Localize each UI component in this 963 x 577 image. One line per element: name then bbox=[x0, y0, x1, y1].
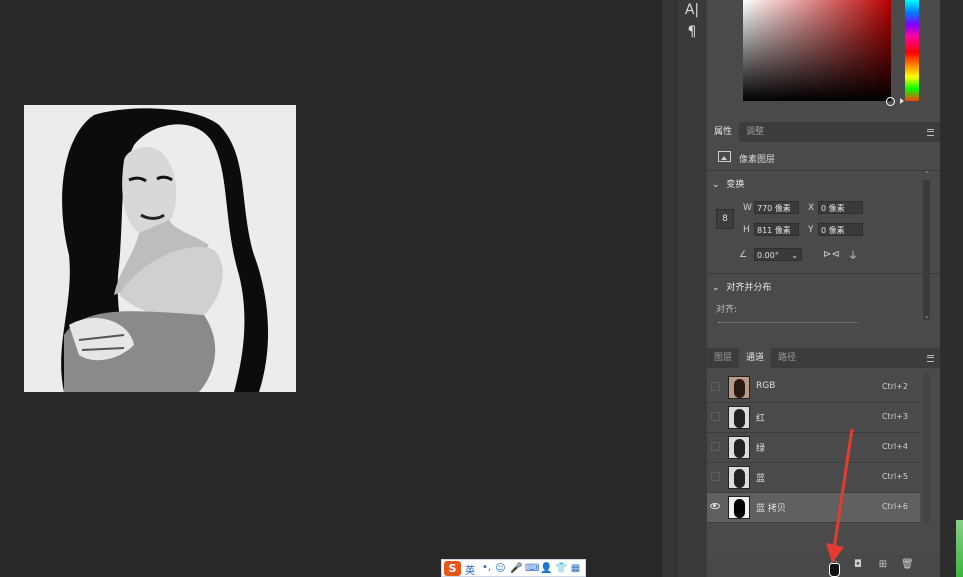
separator bbox=[707, 170, 940, 171]
right-edge bbox=[940, 0, 963, 577]
align-label: 对齐: bbox=[716, 305, 738, 315]
tab-adjustments[interactable]: 调整 bbox=[739, 122, 771, 142]
keyboard-icon[interactable]: ⌨ bbox=[525, 563, 539, 574]
tab-properties[interactable]: 属性 bbox=[707, 122, 740, 142]
align-heading[interactable]: ⌄ 对齐并分布 bbox=[712, 280, 771, 293]
sogou-logo[interactable]: S bbox=[444, 561, 461, 576]
transform-heading-label: 变换 bbox=[726, 180, 745, 190]
user-icon[interactable]: 👤 bbox=[540, 563, 552, 574]
link-dimensions-icon[interactable]: 8 bbox=[716, 209, 734, 229]
flip-vertical-icon[interactable]: ⏚ bbox=[848, 247, 858, 262]
color-saturation-field[interactable] bbox=[743, 0, 891, 101]
layer-type-label: 像素图层 bbox=[739, 155, 776, 165]
transform-heading[interactable]: ⌄ 变换 bbox=[712, 177, 744, 190]
channel-name: 红 bbox=[756, 414, 766, 424]
angle-field[interactable]: 0.00° ⌄ bbox=[754, 248, 802, 261]
channel-name: 蓝 bbox=[756, 474, 766, 484]
pixel-layer-icon bbox=[718, 151, 731, 162]
width-label: W bbox=[743, 203, 752, 213]
paragraph-panel-icon[interactable]: ¶ bbox=[677, 24, 707, 40]
ime-toolbar[interactable]: S 英 •, ☺ 🎤 ⌨ 👤 👕 ▦ bbox=[441, 559, 586, 577]
channel-shortcut: Ctrl+3 bbox=[881, 412, 908, 421]
properties-scrollbar[interactable] bbox=[923, 180, 930, 320]
hue-slider[interactable] bbox=[905, 0, 919, 101]
skin-icon[interactable]: 👕 bbox=[555, 563, 567, 574]
height-label: H bbox=[743, 225, 750, 235]
channel-name: 蓝 拷贝 bbox=[756, 504, 786, 514]
channel-name: RGB bbox=[756, 381, 776, 391]
properties-tabbar: 属性 调整 bbox=[707, 122, 940, 142]
height-field[interactable]: 811 像素 bbox=[754, 223, 799, 236]
channel-shortcut: Ctrl+2 bbox=[881, 382, 908, 391]
trash-icon[interactable]: 🗑 bbox=[901, 560, 914, 570]
channel-thumbnail bbox=[728, 496, 750, 519]
tab-paths[interactable]: 路径 bbox=[771, 348, 803, 368]
channel-thumbnail bbox=[728, 376, 750, 399]
annotation-arrow bbox=[826, 428, 854, 563]
document-canvas[interactable] bbox=[0, 0, 662, 577]
hue-marker-icon[interactable] bbox=[900, 98, 904, 104]
portrait-photo bbox=[24, 105, 296, 392]
channel-thumbnail bbox=[728, 406, 750, 429]
ime-punctuation[interactable]: •, bbox=[482, 562, 491, 573]
chevron-down-icon: ⌄ bbox=[712, 180, 720, 190]
panel-divider bbox=[662, 0, 676, 577]
x-label: X bbox=[808, 203, 815, 213]
level-meter bbox=[956, 520, 963, 577]
channel-thumbnail bbox=[728, 436, 750, 459]
channel-row-green[interactable]: 绿 Ctrl+4 bbox=[707, 433, 920, 463]
channel-row-rgb[interactable]: RGB Ctrl+2 bbox=[707, 373, 920, 403]
separator bbox=[707, 273, 940, 274]
emoji-icon[interactable]: ☺ bbox=[495, 563, 506, 574]
properties-menu-icon[interactable] bbox=[927, 129, 934, 136]
microphone-icon[interactable]: 🎤 bbox=[510, 563, 522, 574]
visibility-toggle[interactable] bbox=[711, 382, 720, 391]
eye-icon[interactable] bbox=[710, 503, 720, 509]
visibility-toggle[interactable] bbox=[711, 442, 720, 451]
channels-menu-icon[interactable] bbox=[927, 355, 934, 362]
channel-thumbnail bbox=[728, 466, 750, 489]
angle-value: 0.00° bbox=[757, 251, 779, 260]
align-icons-row[interactable] bbox=[718, 322, 858, 327]
angle-dropdown-icon[interactable]: ⌄ bbox=[791, 249, 798, 262]
collapsed-tools-strip: A| ¶ bbox=[676, 0, 707, 577]
ime-language-mode[interactable]: 英 bbox=[465, 562, 475, 577]
channel-row-blue-copy[interactable]: 蓝 拷贝 Ctrl+6 bbox=[707, 493, 920, 523]
angle-icon: ∠ bbox=[739, 250, 748, 260]
y-label: Y bbox=[808, 225, 814, 235]
y-field[interactable]: 0 像素 bbox=[818, 223, 863, 236]
channels-tabbar: 图层 通道 路径 bbox=[707, 348, 940, 368]
channel-name: 绿 bbox=[756, 444, 766, 454]
align-heading-label: 对齐并分布 bbox=[726, 283, 772, 293]
channel-shortcut: Ctrl+6 bbox=[881, 502, 908, 511]
document-image[interactable] bbox=[24, 105, 296, 392]
tab-layers[interactable]: 图层 bbox=[707, 348, 739, 368]
toolbox-icon[interactable]: ▦ bbox=[570, 563, 581, 574]
width-field[interactable]: 770 像素 bbox=[754, 201, 799, 214]
channel-shortcut: Ctrl+5 bbox=[881, 472, 908, 481]
visibility-toggle[interactable] bbox=[711, 412, 720, 421]
x-field[interactable]: 0 像素 bbox=[818, 201, 863, 214]
character-panel-icon[interactable]: A| bbox=[677, 2, 707, 18]
scroll-up-icon[interactable]: ⌃ bbox=[924, 170, 930, 178]
tab-channels[interactable]: 通道 bbox=[739, 348, 772, 368]
channel-row-blue[interactable]: 蓝 Ctrl+5 bbox=[707, 463, 920, 493]
mouse-cursor-icon bbox=[829, 563, 840, 577]
color-picker-ring[interactable] bbox=[886, 97, 895, 106]
channel-shortcut: Ctrl+4 bbox=[881, 442, 908, 451]
scroll-down-icon[interactable]: ⌄ bbox=[924, 312, 930, 320]
new-channel-icon[interactable]: ⊞ bbox=[878, 560, 888, 570]
channels-scrollbar[interactable] bbox=[923, 373, 930, 523]
channel-row-red[interactable]: 红 Ctrl+3 bbox=[707, 403, 920, 433]
chevron-down-icon: ⌄ bbox=[712, 283, 720, 293]
visibility-toggle[interactable] bbox=[711, 472, 720, 481]
flip-horizontal-icon[interactable]: ⊳⊲ bbox=[823, 249, 840, 260]
